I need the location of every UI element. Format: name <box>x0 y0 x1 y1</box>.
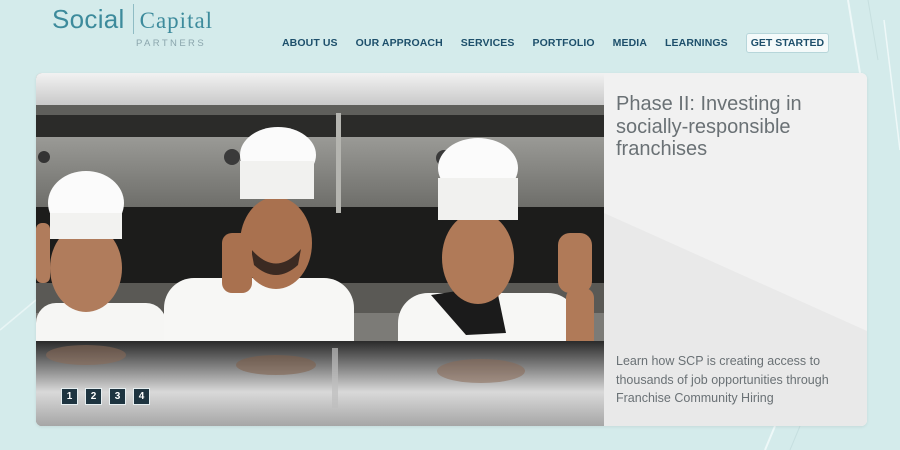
pager-button-2[interactable]: 2 <box>85 388 102 405</box>
slider-pager: 1 2 3 4 <box>61 388 157 405</box>
hero-description: Learn how SCP is creating access to thou… <box>616 354 829 405</box>
hero-photo-illustration <box>36 73 604 426</box>
logo-word-capital: Capital <box>139 8 214 33</box>
pager-button-4[interactable]: 4 <box>133 388 150 405</box>
site-logo[interactable]: Social Capital PARTNERS <box>52 4 214 49</box>
hero-title[interactable]: Phase II: Investing in socially-responsi… <box>616 93 846 161</box>
pager-button-3[interactable]: 3 <box>109 388 126 405</box>
hero-slider: 1 2 3 4 Phase II: Investing in socially-… <box>36 73 867 426</box>
nav-our-approach[interactable]: OUR APPROACH <box>356 37 443 49</box>
hero-image-chefs[interactable]: 1 2 3 4 <box>36 73 604 426</box>
logo-subtitle: PARTNERS <box>136 38 207 49</box>
logo-word-social: Social <box>52 4 125 34</box>
nav-services[interactable]: SERVICES <box>461 37 515 49</box>
nav-learnings[interactable]: LEARNINGS <box>665 37 728 49</box>
nav-about-us[interactable]: ABOUT US <box>282 37 338 49</box>
hero-text-panel: Phase II: Investing in socially-responsi… <box>604 73 867 426</box>
main-nav: ABOUT US OUR APPROACH SERVICES PORTFOLIO… <box>282 33 830 53</box>
nav-media[interactable]: MEDIA <box>613 37 647 49</box>
nav-portfolio[interactable]: PORTFOLIO <box>533 37 595 49</box>
logo-divider <box>132 4 134 34</box>
nav-get-started-button[interactable]: GET STARTED <box>745 33 830 53</box>
pager-button-1[interactable]: 1 <box>61 388 78 405</box>
